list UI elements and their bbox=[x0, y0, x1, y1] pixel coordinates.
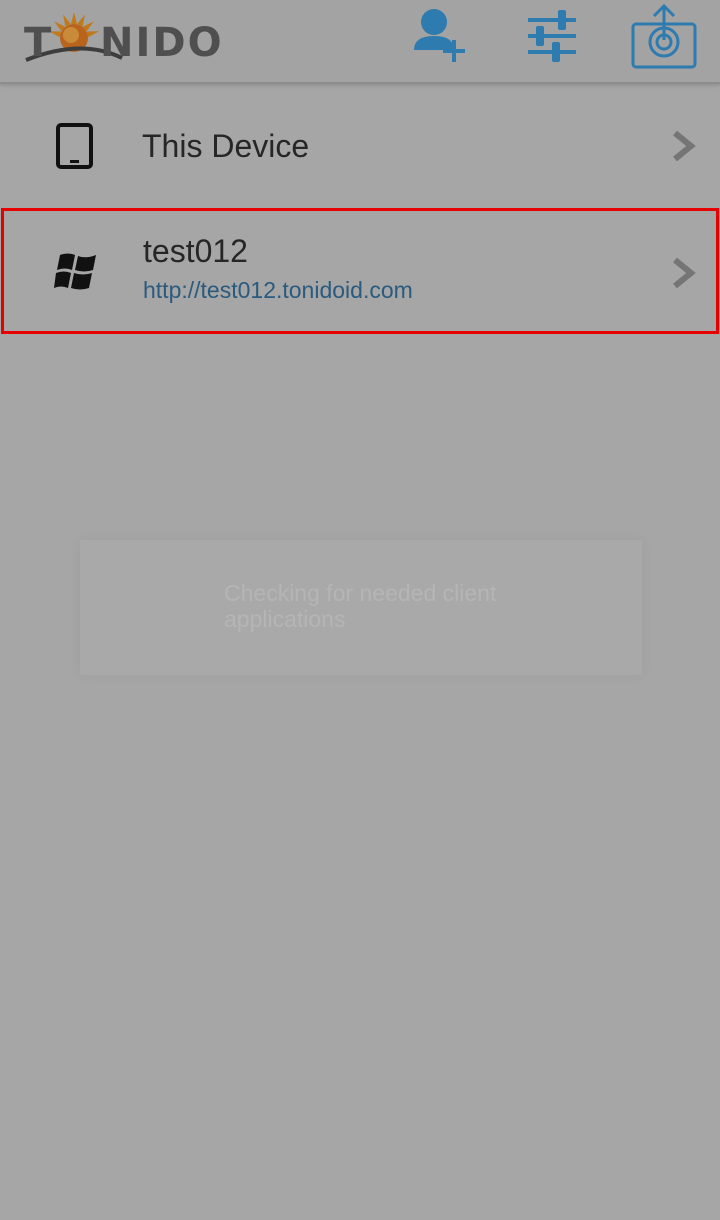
device-item-server[interactable]: test012 http://test012.tonidoid.com bbox=[1, 208, 719, 334]
settings-sliders-icon bbox=[528, 10, 576, 62]
server-url[interactable]: http://test012.tonidoid.com bbox=[143, 277, 413, 304]
logo-wordmark: NIDO bbox=[100, 20, 224, 66]
logo-letter-t: T bbox=[24, 20, 52, 66]
tablet-icon bbox=[50, 122, 100, 177]
device-item-this-device[interactable]: This Device bbox=[0, 84, 720, 208]
server-title: test012 bbox=[143, 233, 248, 269]
add-user-icon bbox=[414, 9, 465, 62]
camera-upload-button[interactable] bbox=[628, 0, 700, 80]
app-header: T NIDO bbox=[0, 0, 720, 84]
device-title: This Device bbox=[142, 128, 310, 164]
chevron-right-icon bbox=[670, 257, 696, 294]
dialog-message: Checking for needed client applications bbox=[224, 580, 497, 632]
progress-dialog: Checking for needed client applications bbox=[80, 540, 642, 675]
add-user-button[interactable] bbox=[408, 0, 472, 80]
tonido-logo: T NIDO bbox=[22, 8, 222, 68]
settings-button[interactable] bbox=[522, 0, 582, 80]
chevron-right-icon bbox=[670, 130, 696, 167]
windows-icon bbox=[54, 251, 100, 298]
camera-upload-icon bbox=[631, 3, 697, 69]
